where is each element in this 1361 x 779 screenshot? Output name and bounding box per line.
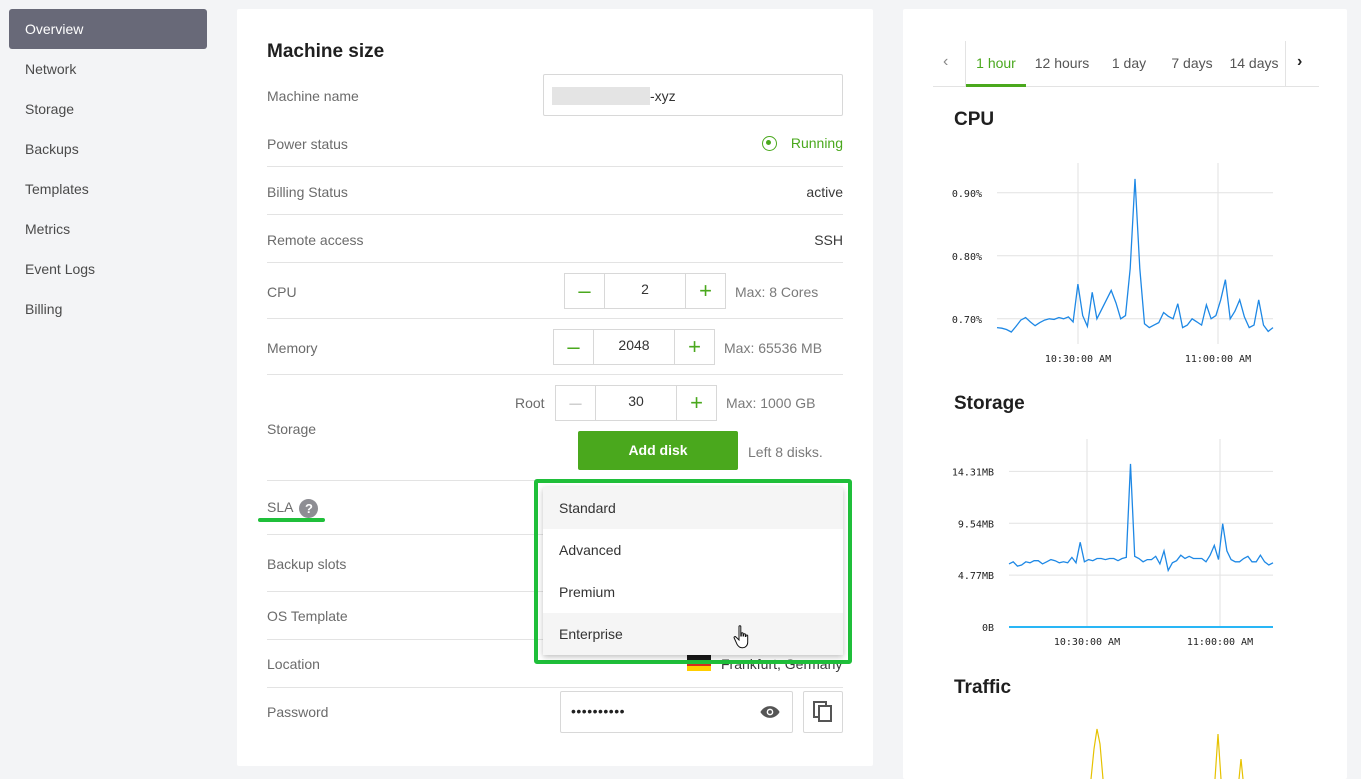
running-status-icon: [761, 135, 777, 151]
sidebar-item-backups[interactable]: Backups: [9, 129, 207, 169]
password-label: Password: [267, 704, 329, 720]
sla-option-advanced[interactable]: Advanced: [543, 529, 843, 571]
divider: [267, 687, 843, 688]
tab-1-day[interactable]: 1 day: [1105, 37, 1153, 87]
sla-highlight-underline: [258, 518, 325, 522]
memory-value[interactable]: 2048: [594, 330, 674, 364]
sidebar-item-templates[interactable]: Templates: [9, 169, 207, 209]
y-tick-label: 0.90%: [952, 189, 982, 200]
traffic-chart-title: Traffic: [954, 677, 1012, 698]
copy-password-button[interactable]: [803, 691, 843, 733]
add-disk-button[interactable]: Add disk: [578, 431, 738, 470]
location-label: Location: [267, 656, 320, 672]
y-tick-label: 4.77MB: [958, 571, 994, 582]
series-line: [1008, 463, 1274, 573]
power-status-text: Running: [790, 135, 843, 151]
cpu-decrement-button[interactable]: –: [565, 274, 605, 308]
backup-slots-label: Backup slots: [267, 556, 347, 572]
tabs-next-icon[interactable]: ›: [1297, 53, 1302, 71]
disks-left: Left 8 disks.: [748, 444, 823, 460]
divider: [267, 262, 843, 263]
os-template-label: OS Template: [267, 608, 348, 624]
remote-access-value: SSH: [814, 232, 843, 248]
sla-label-row: SLA?: [267, 499, 319, 518]
memory-max: Max: 65536 MB: [724, 340, 823, 356]
sidebar: Overview Network Storage Backups Templat…: [0, 0, 215, 779]
tab-12-hours[interactable]: 12 hours: [1031, 37, 1093, 87]
divider: [267, 318, 843, 319]
root-value[interactable]: 30: [596, 386, 676, 420]
redacted-name: [552, 87, 650, 105]
copy-icon: [813, 701, 832, 722]
root-label: Root: [515, 395, 545, 411]
cpu-value[interactable]: 2: [605, 274, 685, 308]
memory-decrement-button[interactable]: –: [554, 330, 594, 364]
root-decrement-button[interactable]: –: [556, 386, 596, 420]
cpu-stepper[interactable]: – 2 +: [564, 273, 726, 309]
machine-name-suffix: -xyz: [650, 88, 676, 104]
tabs-prev-icon[interactable]: ‹: [943, 53, 948, 71]
cpu-increment-button[interactable]: +: [685, 274, 725, 308]
x-tick-label: 10:30:00 AM: [1054, 637, 1120, 648]
traffic-chart: [1090, 728, 1244, 779]
sidebar-item-network[interactable]: Network: [9, 49, 207, 89]
sla-label: SLA: [267, 499, 294, 516]
cpu-max: Max: 8 Cores: [735, 284, 819, 300]
y-tick-label: 0B: [982, 623, 994, 634]
sla-option-premium[interactable]: Premium: [543, 571, 843, 613]
password-field[interactable]: ••••••••••: [560, 691, 793, 733]
storage-chart: 14.31MB 9.54MB 4.77MB 0B 10:30:00 AM 11:00:00…: [952, 439, 1274, 648]
y-tick-label: 9.54MB: [958, 519, 994, 530]
storage-chart-title: Storage: [954, 393, 1025, 414]
cpu-label: CPU: [267, 284, 297, 300]
divider: [267, 166, 843, 167]
divider: [267, 374, 843, 375]
y-tick-label: 0.70%: [952, 315, 982, 326]
memory-increment-button[interactable]: +: [674, 330, 714, 364]
sidebar-item-billing[interactable]: Billing: [9, 289, 207, 329]
metrics-panel: ‹ 1 hour 12 hours 1 day 7 days 14 days ›…: [903, 9, 1347, 779]
cpu-chart: 0.90% 0.80% 0.70% 10:30:00 AM 11:00:00 AM: [952, 163, 1274, 365]
card-title: Machine size: [267, 41, 385, 62]
billing-status-label: Billing Status: [267, 184, 348, 200]
hand-cursor-icon: [733, 625, 749, 649]
cpu-chart-title: CPU: [954, 109, 995, 130]
x-tick-label: 11:00:00 AM: [1185, 354, 1251, 365]
x-tick-label: 11:00:00 AM: [1187, 637, 1253, 648]
sidebar-item-storage[interactable]: Storage: [9, 89, 207, 129]
root-increment-button[interactable]: +: [676, 386, 716, 420]
storage-label: Storage: [267, 421, 317, 437]
divider: [1285, 41, 1286, 87]
machine-name-input[interactable]: -xyz: [543, 74, 843, 116]
divider: [267, 214, 843, 215]
root-storage-stepper[interactable]: – 30 +: [555, 385, 717, 421]
tab-1-hour[interactable]: 1 hour: [966, 37, 1026, 87]
power-status-value: Running: [761, 135, 843, 151]
password-value[interactable]: ••••••••••: [571, 703, 625, 719]
power-status-label: Power status: [267, 136, 348, 152]
tab-7-days[interactable]: 7 days: [1165, 37, 1219, 87]
help-icon[interactable]: ?: [299, 499, 319, 518]
remote-access-label: Remote access: [267, 232, 364, 248]
memory-label: Memory: [267, 340, 318, 356]
eye-icon[interactable]: [760, 704, 780, 720]
traffic-series-line-2: [1214, 733, 1222, 779]
x-tick-label: 10:30:00 AM: [1045, 354, 1111, 365]
tab-14-days[interactable]: 14 days: [1225, 37, 1283, 87]
sla-dropdown-menu[interactable]: Standard Advanced Premium Enterprise: [543, 487, 843, 655]
y-tick-label: 14.31MB: [952, 467, 994, 478]
sidebar-item-metrics[interactable]: Metrics: [9, 209, 207, 249]
sla-option-standard[interactable]: Standard: [543, 487, 843, 529]
time-range-tabs: ‹ 1 hour 12 hours 1 day 7 days 14 days ›: [933, 37, 1319, 87]
machine-name-label: Machine name: [267, 88, 359, 104]
root-max: Max: 1000 GB: [726, 395, 816, 411]
sla-option-enterprise[interactable]: Enterprise: [543, 613, 843, 655]
y-tick-label: 0.80%: [952, 252, 982, 263]
sidebar-item-overview[interactable]: Overview: [9, 9, 207, 49]
sidebar-item-event-logs[interactable]: Event Logs: [9, 249, 207, 289]
billing-status-value: active: [806, 184, 843, 200]
memory-stepper[interactable]: – 2048 +: [553, 329, 715, 365]
